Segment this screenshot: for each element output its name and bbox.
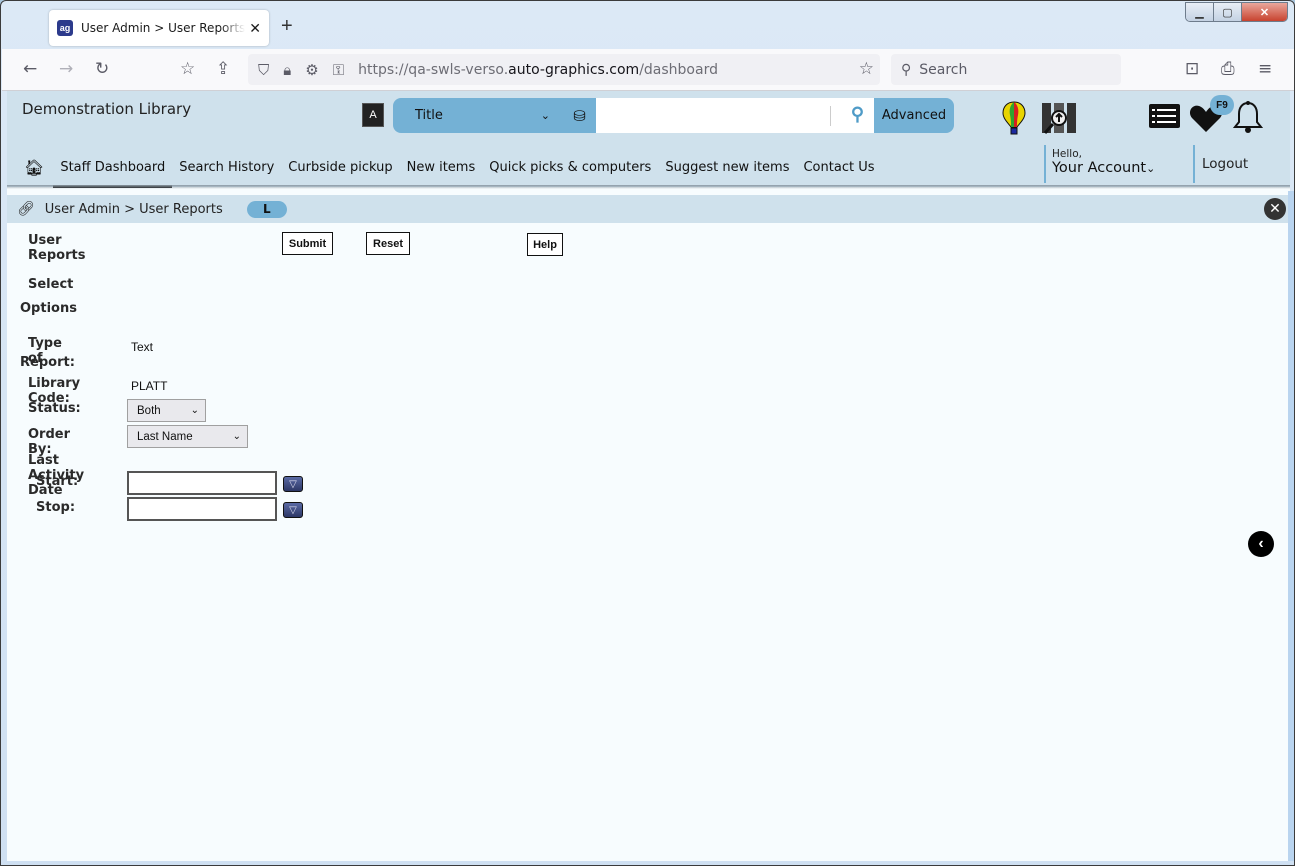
main-nav: 🏠︎ Staff Dashboard Search History Curbsi… (7, 147, 881, 188)
chevron-down-icon: ⌄ (540, 109, 550, 122)
logout-link[interactable]: Logout (1193, 145, 1248, 183)
nav-curbside-pickup[interactable]: Curbside pickup (281, 147, 399, 187)
nav-suggest-new-items[interactable]: Suggest new items (658, 147, 796, 187)
account-label: Your Account (1052, 160, 1147, 176)
search-type-value: Title (415, 108, 443, 123)
close-tab-icon[interactable]: ✕ (249, 20, 261, 37)
new-tab-button[interactable]: + (281, 15, 293, 38)
search-icon[interactable]: ⚲ (851, 104, 864, 125)
close-icon[interactable]: ✕ (1264, 198, 1286, 220)
search-type-select[interactable]: Title ⌄ ⛁ (393, 98, 596, 133)
translate-icon[interactable]: A (362, 103, 384, 127)
type-label-2: Report: (20, 355, 75, 370)
nav-new-items[interactable]: New items (400, 147, 483, 187)
status-select[interactable]: Both ⌄ (127, 399, 206, 422)
back-icon[interactable]: ← (23, 59, 37, 79)
window-edge (1288, 191, 1294, 861)
balloon-icon[interactable] (1001, 101, 1027, 135)
permissions-icon[interactable]: ⚙︎ (305, 61, 318, 79)
shield-icon[interactable]: ⛉ (258, 61, 269, 79)
catalog-magnifier-icon[interactable] (1041, 101, 1077, 135)
browser-window: ag User Admin > User Reports | SWLS ✕ + … (0, 0, 1295, 866)
favicon-icon: ag (57, 20, 73, 36)
link-icon[interactable]: 🔗︎ (17, 201, 35, 217)
hello-label: Hello, (1052, 148, 1082, 160)
lock-icon[interactable]: 🔒︎ (283, 61, 291, 79)
start-calendar-icon[interactable]: ▽ (283, 476, 303, 492)
site-header: Demonstration Library A Title ⌄ ⛁ ⚲ Adva… (7, 91, 1290, 188)
browser-toolbar: ← → ↻ ☆ ⇪ ⛉ 🔒︎ ⚙︎ ⚿ https://qa-swls-vers… (2, 49, 1294, 91)
breadcrumb-text: User Admin > User Reports (44, 201, 223, 217)
start-label: Start: (36, 474, 79, 489)
key-icon[interactable]: ⚿ (333, 61, 344, 79)
nav-quick-picks[interactable]: Quick picks & computers (482, 147, 658, 187)
nav-search-history[interactable]: Search History (172, 147, 281, 187)
reload-icon[interactable]: ↻ (95, 59, 109, 79)
order-by-value: Last Name (137, 430, 193, 443)
catalog-search: Title ⌄ ⛁ ⚲ Advanced (393, 98, 954, 133)
favorites-badge: F9 (1210, 95, 1234, 115)
maximize-button[interactable]: ▢ (1214, 3, 1242, 21)
search-input[interactable]: ⚲ (596, 98, 874, 133)
forward-icon[interactable]: → (59, 59, 73, 79)
minimize-button[interactable]: ▁ (1186, 3, 1214, 21)
stop-calendar-icon[interactable]: ▽ (283, 502, 303, 518)
reset-button[interactable]: Reset (366, 232, 410, 255)
header-shadow (7, 185, 1290, 189)
status-value: Both (137, 404, 161, 417)
title-bar: ag User Admin > User Reports | SWLS ✕ + … (1, 1, 1294, 49)
page-content: Demonstration Library A Title ⌄ ⛁ ⚲ Adva… (7, 91, 1290, 861)
url-text[interactable]: https://qa-swls-verso.auto-graphics.com/… (358, 62, 718, 78)
chevron-left-icon[interactable]: ‹ (1248, 531, 1274, 557)
account-menu[interactable]: Hello, Your Account⌄ (1044, 145, 1155, 183)
menu-icon[interactable]: ≡ (1258, 59, 1272, 79)
url-bar[interactable]: ⛉ 🔒︎ ⚙︎ ⚿ https://qa-swls-verso.auto-gra… (248, 54, 880, 85)
list-icon[interactable] (1148, 103, 1181, 129)
library-code-value: PLATT (131, 379, 168, 393)
stop-date-input[interactable] (127, 497, 277, 521)
help-button[interactable]: Help (527, 233, 563, 256)
divider (830, 106, 831, 126)
nav-staff-dashboard[interactable]: Staff Dashboard (53, 147, 173, 188)
advanced-search-button[interactable]: Advanced (874, 98, 954, 133)
chevron-down-icon: ⌄ (232, 431, 241, 442)
options-label: Options (20, 301, 77, 316)
breadcrumb-pill[interactable]: L (246, 200, 287, 218)
form-title: User Reports (28, 233, 86, 263)
library-name: Demonstration Library (22, 100, 192, 118)
status-label: Status: (28, 401, 81, 416)
close-window-button[interactable]: ✕ (1242, 3, 1287, 21)
stop-label: Stop: (36, 500, 76, 515)
share-icon[interactable]: ⇪ (216, 59, 230, 79)
start-date-input[interactable] (127, 471, 277, 495)
order-by-select[interactable]: Last Name ⌄ (127, 425, 248, 448)
print-icon[interactable]: ⎙ (1221, 59, 1235, 79)
search-icon: ⚲ (901, 61, 912, 78)
browser-tab[interactable]: ag User Admin > User Reports | SWLS ✕ (49, 10, 269, 46)
database-icon[interactable]: ⛁ (573, 107, 586, 125)
chevron-down-icon: ⌄ (1146, 162, 1156, 175)
home-icon[interactable]: 🏠︎ (24, 158, 44, 177)
tab-title: User Admin > User Reports | SWLS (81, 21, 246, 35)
select-label: Select (28, 277, 74, 292)
browser-search[interactable]: ⚲ Search (891, 54, 1121, 85)
type-value: Text (131, 340, 154, 354)
bell-icon[interactable] (1233, 100, 1263, 134)
nav-contact-us[interactable]: Contact Us (796, 147, 881, 187)
browser-search-placeholder: Search (919, 61, 968, 78)
breadcrumb: 🔗︎ User Admin > User Reports L ✕ (7, 195, 1290, 223)
pocket-icon[interactable]: ⊡ (1185, 59, 1199, 79)
window-controls: ▁ ▢ ✕ (1185, 2, 1288, 22)
submit-button[interactable]: Submit (282, 232, 333, 255)
bookmark-icon[interactable]: ☆ (180, 59, 195, 79)
star-icon[interactable]: ☆ (859, 59, 874, 79)
chevron-down-icon: ⌄ (190, 405, 199, 416)
